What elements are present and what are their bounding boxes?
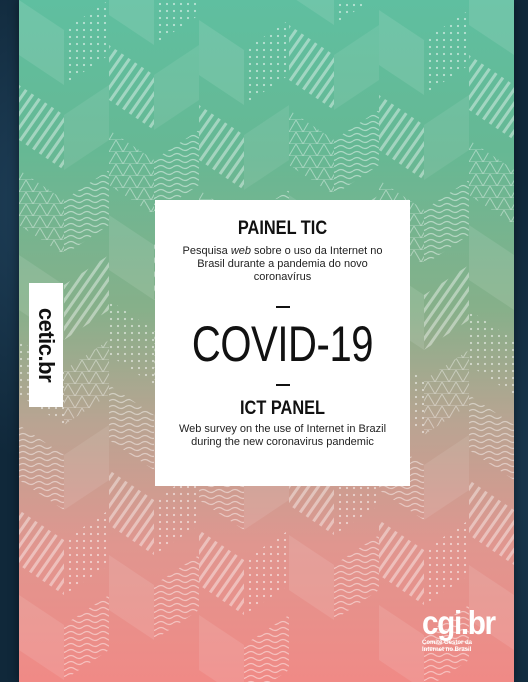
cgi-logo-line1: Comitê Gestor da	[422, 640, 473, 646]
cgi-logo-mark: cgi.br	[422, 604, 496, 641]
divider-bottom	[276, 384, 290, 386]
divider-top	[276, 306, 290, 308]
title-card: PAINEL TIC Pesquisa web sobre o uso da I…	[155, 200, 410, 486]
painel-subtitle: Pesquisa web sobre o uso da Internet no …	[182, 245, 383, 283]
cgi-logo-line2: Internet no Brasil	[422, 647, 472, 653]
painel-title: PAINEL TIC	[237, 218, 328, 239]
ict-title: ICT PANEL	[239, 398, 326, 419]
cgi-logo: cgi.br Comitê Gestor da Internet no Bras…	[422, 604, 496, 654]
cetic-side-label: cetic.br	[29, 283, 63, 407]
cetic-logo-text: cetic.br	[34, 307, 60, 383]
report-cover: cetic.br PAINEL TIC Pesquisa web sobre o…	[19, 0, 514, 682]
ict-subtitle: Web survey on the use of Internet in Bra…	[178, 423, 387, 448]
covid-headline: COVID-19	[191, 316, 374, 372]
